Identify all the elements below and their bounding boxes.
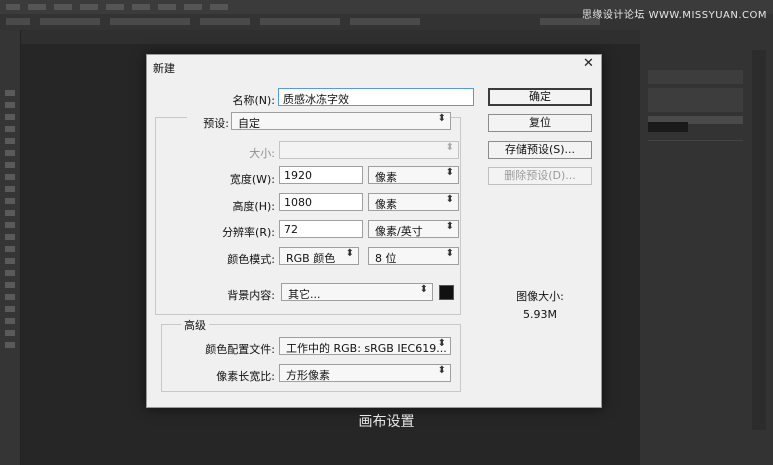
tool-icon[interactable] [5, 162, 15, 168]
size-label: 大小: [249, 147, 275, 160]
height-input[interactable]: 1080 [279, 193, 363, 211]
caption: 画布设置 [358, 414, 415, 430]
width-label: 宽度(W): [229, 173, 275, 186]
width-input[interactable]: 1920 [279, 166, 363, 184]
color-profile-select[interactable]: 工作中的 RGB: sRGB IEC619... ⬍ [279, 337, 451, 355]
tool-icon[interactable] [5, 234, 15, 240]
tool-icon[interactable] [5, 282, 15, 288]
background-label: 背景内容: [227, 289, 275, 302]
preset-select[interactable]: 自定 ⬍ [231, 112, 451, 130]
select-arrow-icon: ⬍ [437, 338, 446, 349]
height-unit-select[interactable]: 像素 ⬍ [368, 193, 459, 211]
select-arrow-icon: ⬍ [419, 284, 428, 295]
color-mode-label: 颜色模式: [227, 253, 275, 266]
tool-icon[interactable] [5, 150, 15, 156]
save-preset-button[interactable]: 存储预设(S)... [488, 141, 592, 159]
background-select[interactable]: 其它... ⬍ [281, 283, 433, 301]
width-unit-value: 像素 [375, 171, 397, 184]
resolution-unit-select[interactable]: 像素/英寸 ⬍ [368, 220, 459, 238]
new-document-dialog: 新建 ✕ 名称(N): 质感冰冻字效 预设: 自定 ⬍ 大小: ⬍ 宽度(W):… [146, 54, 602, 408]
document-tabs [20, 30, 640, 44]
delete-preset-button: 删除预设(D)... [488, 167, 592, 185]
pixel-aspect-label: 像素长宽比: [216, 370, 275, 383]
preset-value: 自定 [238, 117, 260, 130]
color-mode-value: RGB 颜色 [286, 252, 336, 265]
tool-icon[interactable] [5, 342, 15, 348]
preset-label: 预设: [187, 115, 231, 131]
tool-icon[interactable] [5, 306, 15, 312]
tool-icon[interactable] [5, 246, 15, 252]
resolution-unit-value: 像素/英寸 [375, 225, 423, 238]
tool-icon[interactable] [5, 90, 15, 96]
select-arrow-icon: ⬍ [437, 365, 446, 376]
reset-button[interactable]: 复位 [488, 114, 592, 132]
width-unit-select[interactable]: 像素 ⬍ [368, 166, 459, 184]
tool-icon[interactable] [5, 294, 15, 300]
tool-icon[interactable] [5, 318, 15, 324]
background-value: 其它... [288, 288, 321, 301]
pixel-aspect-value: 方形像素 [286, 369, 330, 382]
tool-icon[interactable] [5, 186, 15, 192]
select-arrow-icon: ⬍ [445, 221, 454, 232]
color-profile-value: 工作中的 RGB: sRGB IEC619... [286, 342, 447, 355]
tools-panel [0, 30, 21, 465]
background-color-swatch[interactable] [439, 285, 454, 300]
tool-icon[interactable] [5, 126, 15, 132]
name-input[interactable]: 质感冰冻字效 [278, 88, 474, 106]
select-arrow-icon: ⬍ [445, 194, 454, 205]
tool-icon[interactable] [5, 258, 15, 264]
select-arrow-icon: ⬍ [445, 142, 454, 153]
bit-depth-select[interactable]: 8 位 ⬍ [368, 247, 459, 265]
name-label: 名称(N): [232, 94, 275, 107]
advanced-title: 高级 [181, 317, 209, 333]
resolution-input[interactable]: 72 [279, 220, 363, 238]
tool-icon[interactable] [5, 330, 15, 336]
select-arrow-icon: ⬍ [445, 248, 454, 259]
color-mode-select[interactable]: RGB 颜色 ⬍ [279, 247, 359, 265]
right-panels [640, 30, 773, 465]
ok-button[interactable]: 确定 [488, 88, 592, 106]
tool-icon[interactable] [5, 102, 15, 108]
watermark: 思缘设计论坛 WWW.MISSYUAN.COM [581, 10, 767, 21]
bit-depth-value: 8 位 [375, 252, 397, 265]
resolution-label: 分辨率(R): [222, 226, 275, 239]
tool-icon[interactable] [5, 210, 15, 216]
tool-icon[interactable] [5, 138, 15, 144]
tool-icon[interactable] [5, 222, 15, 228]
image-size-value: 5.93M [523, 308, 557, 321]
size-select: ⬍ [279, 141, 459, 159]
height-label: 高度(H): [232, 200, 275, 213]
tool-icon[interactable] [5, 270, 15, 276]
select-arrow-icon: ⬍ [445, 167, 454, 178]
height-unit-value: 像素 [375, 198, 397, 211]
select-arrow-icon: ⬍ [345, 248, 354, 259]
select-arrow-icon: ⬍ [437, 113, 446, 124]
close-icon[interactable]: ✕ [583, 56, 594, 71]
tool-icon[interactable] [5, 174, 15, 180]
image-size-label: 图像大小: [516, 290, 564, 303]
color-profile-label: 颜色配置文件: [205, 343, 275, 356]
tool-icon[interactable] [5, 114, 15, 120]
dialog-title: 新建 [153, 62, 175, 75]
tool-icon[interactable] [5, 198, 15, 204]
pixel-aspect-select[interactable]: 方形像素 ⬍ [279, 364, 451, 382]
